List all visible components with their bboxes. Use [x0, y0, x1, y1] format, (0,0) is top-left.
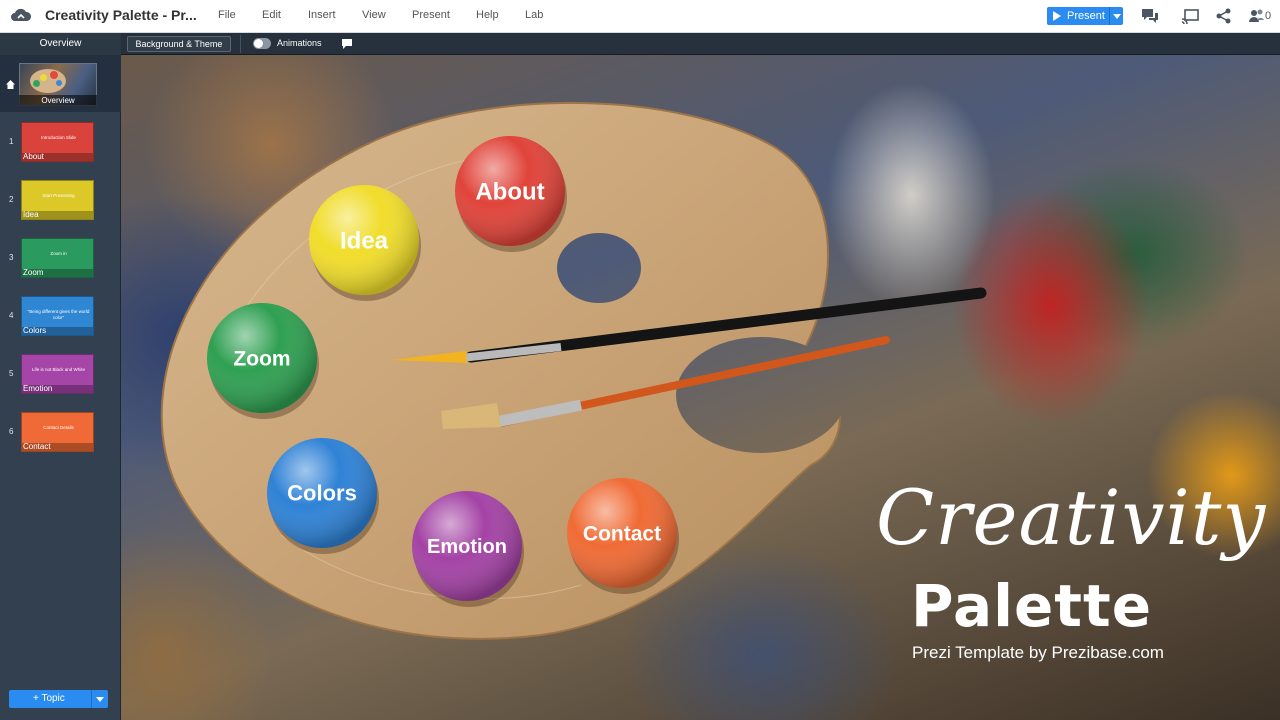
slide-thumbnail-caption: Introduction Slide [41, 135, 76, 140]
overview-slide[interactable]: Overview [0, 55, 121, 112]
paint-button-label: Idea [340, 227, 389, 254]
slide-number: 5 [9, 369, 14, 378]
paint-button-label: Contact [583, 522, 661, 545]
slide-item[interactable]: 6 Contact Details Contact [0, 412, 121, 462]
slide-name: Idea [23, 210, 39, 219]
chat-icon[interactable] [1140, 7, 1160, 25]
present-button[interactable]: Present [1047, 7, 1123, 25]
menu-file[interactable]: File [218, 9, 236, 21]
document-title[interactable]: Creativity Palette - Pr... [45, 7, 197, 23]
title-main: Palette [911, 572, 1153, 640]
presentation-canvas[interactable]: About Idea Zoom Colors Emotion Contact Creati… [121, 55, 1280, 720]
slide-item[interactable]: 4 "Being different gives the world color"… [0, 296, 121, 346]
slide-sidebar: Overview 1 Introduction Slide About 2 Start … [0, 55, 121, 720]
collaborator-count: 0 [1265, 10, 1272, 22]
editor-toolbar: Overview Background & Theme Animations [0, 33, 1280, 55]
slide-name: About [23, 152, 44, 161]
paint-button-label: Zoom [233, 347, 290, 370]
share-icon[interactable] [1214, 7, 1234, 25]
menu-insert[interactable]: Insert [308, 9, 336, 21]
add-topic-button[interactable]: + Topic [9, 690, 108, 708]
prezi-editor: Creativity Palette - Pr... File Edit Ins… [0, 0, 1280, 720]
slide-name: Colors [23, 326, 47, 335]
cloud-logo-icon[interactable] [10, 6, 32, 26]
overview-header: Overview [0, 33, 121, 55]
slide-number: 2 [9, 195, 14, 204]
slide-number: 6 [9, 427, 14, 436]
slide-item[interactable]: 1 Introduction Slide About [0, 122, 121, 172]
paint-button-label: About [475, 178, 544, 205]
slide-item[interactable]: 2 Start Presenting Idea [0, 180, 121, 230]
menu-lab[interactable]: Lab [525, 9, 543, 21]
animations-toggle[interactable] [253, 38, 271, 49]
slide-item[interactable]: 3 Zoom in Zoom [0, 238, 121, 288]
slide-thumbnail-caption: Contact Details [43, 425, 74, 430]
present-remotely-icon[interactable] [1181, 7, 1201, 25]
paint-button-label: Colors [287, 481, 357, 506]
slide-number: 1 [9, 137, 14, 146]
subtitle: Prezi Template by Prezibase.com [912, 643, 1164, 662]
slide-item[interactable]: 5 Life is not Black and White Emotion [0, 354, 121, 404]
slide-name: Emotion [23, 384, 53, 393]
menu-view[interactable]: View [362, 9, 386, 21]
top-menu-bar: Creativity Palette - Pr... File Edit Ins… [0, 0, 1280, 33]
slide-thumbnail-caption: Zoom in [50, 251, 67, 256]
menu-edit[interactable]: Edit [262, 9, 281, 21]
add-topic-label: + Topic [33, 693, 65, 704]
chevron-down-icon[interactable] [1113, 14, 1121, 19]
overview-thumbnail-label: Overview [19, 95, 97, 106]
slide-number: 4 [9, 311, 14, 320]
slide-name: Contact [23, 442, 51, 451]
slide-number: 3 [9, 253, 14, 262]
present-button-label: Present [1067, 10, 1105, 22]
play-icon [1053, 11, 1061, 21]
slide-thumbnail-caption: Life is not Black and White [31, 367, 86, 372]
toolbar-divider [240, 35, 241, 53]
slide-name: Zoom [23, 268, 44, 277]
chevron-down-icon[interactable] [96, 697, 104, 702]
animations-label: Animations [277, 38, 322, 48]
menu-help[interactable]: Help [476, 9, 499, 21]
home-icon [6, 80, 15, 89]
menu-present[interactable]: Present [412, 9, 450, 21]
paint-button-label: Emotion [427, 536, 507, 558]
title-script: Creativity [876, 473, 1267, 562]
slide-thumbnail-caption: "Being different gives the world color" [27, 309, 90, 320]
slide-thumbnail-caption: Start Presenting [42, 193, 75, 198]
comment-icon[interactable] [341, 38, 353, 49]
background-theme-button[interactable]: Background & Theme [127, 36, 231, 52]
